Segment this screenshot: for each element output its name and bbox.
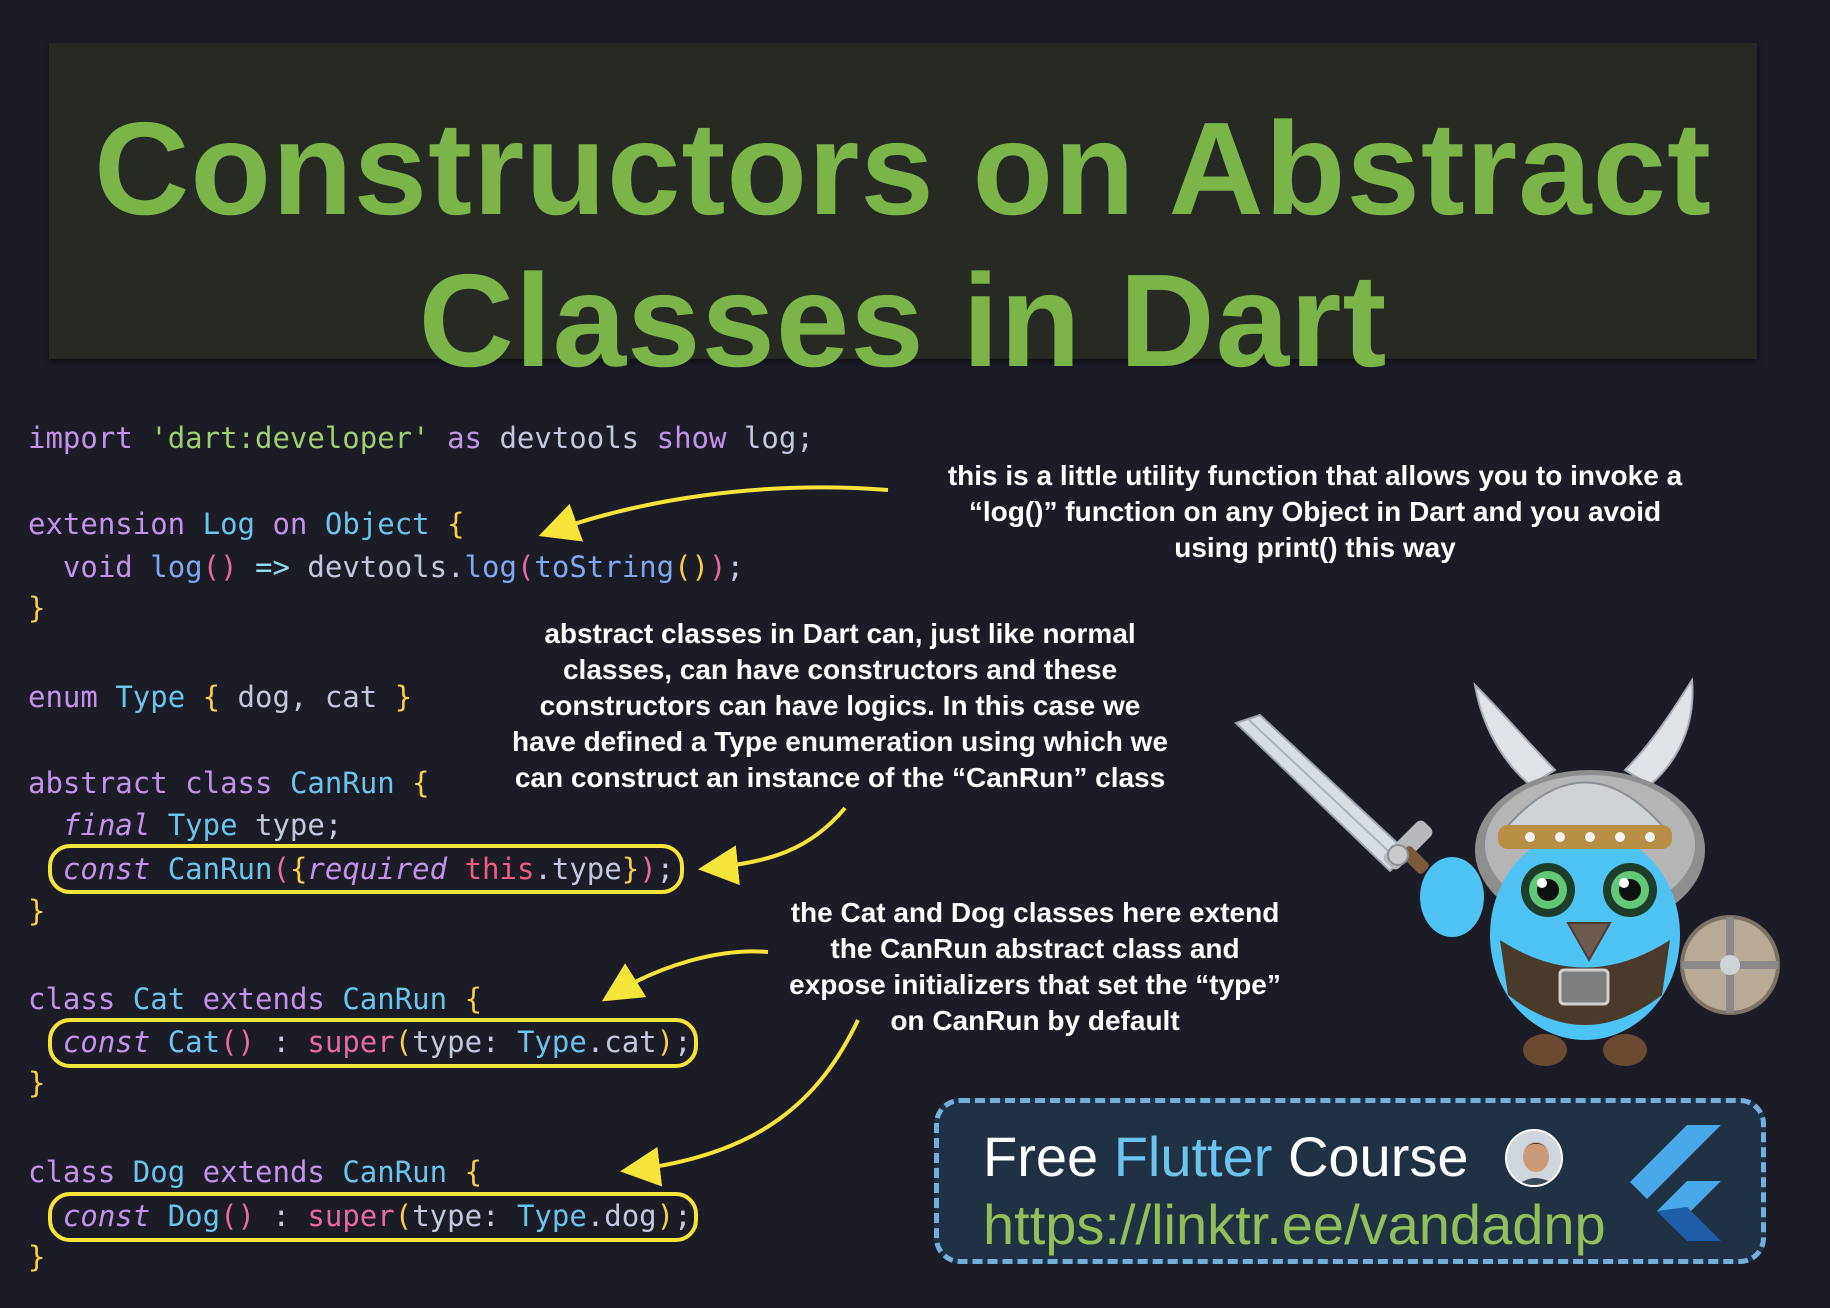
arrow-to-dog-class: [620, 1019, 860, 1187]
shield-icon: [1680, 915, 1780, 1015]
arrow-to-canrun-ctor: [698, 806, 847, 886]
avatar: [1505, 1129, 1563, 1187]
course-title: Free Flutter Course: [983, 1125, 1469, 1189]
course-flutter-label: Flutter: [1113, 1125, 1273, 1188]
arrow-to-extension: [538, 485, 889, 542]
sword-icon: [1234, 713, 1433, 874]
flutter-logo-icon: [1630, 1125, 1721, 1241]
course-url-link[interactable]: https://linktr.ee/vandadnp: [983, 1193, 1606, 1257]
course-free-label: Free: [983, 1125, 1114, 1188]
course-banner[interactable]: Free Flutter Course https://linktr.ee/va…: [934, 1098, 1766, 1264]
helmet-horns-icon: [1473, 676, 1694, 787]
viking-mascot-illustration: [1234, 676, 1780, 1066]
arrow-to-cat-class: [601, 949, 769, 1002]
course-course-label: Course: [1272, 1125, 1469, 1188]
